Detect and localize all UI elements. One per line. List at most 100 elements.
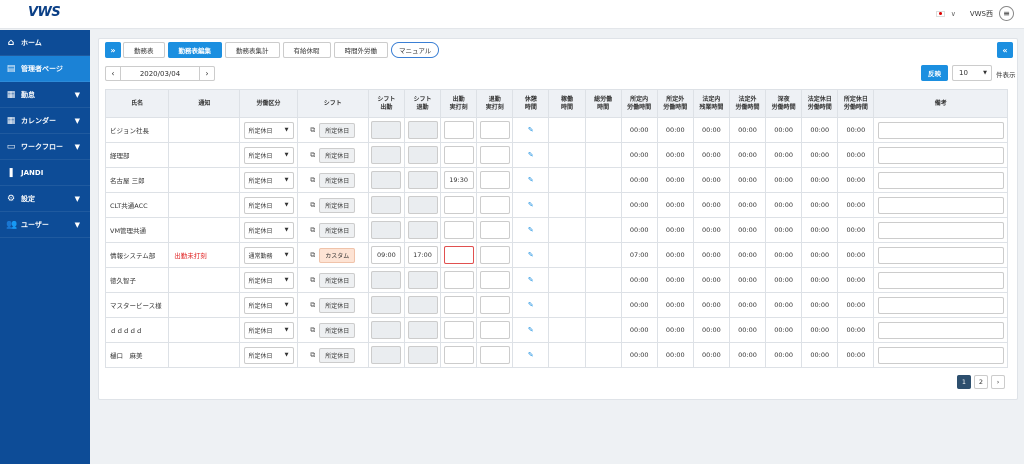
pencil-icon[interactable]: ✎	[528, 151, 534, 159]
shift-end-input[interactable]	[407, 121, 438, 139]
employee-name[interactable]: マスタービース様	[104, 292, 170, 318]
tab-0[interactable]: 勤務表	[123, 42, 165, 58]
expand-sidebar-button[interactable]: »	[105, 42, 121, 58]
shift-chip[interactable]: 所定休日	[319, 297, 356, 313]
per-page-select[interactable]: 10 ▼	[952, 65, 992, 81]
manual-button[interactable]: マニュアル	[391, 42, 440, 58]
remarks-input[interactable]	[877, 196, 1004, 214]
sidebar-item-6[interactable]: ⚙ 設定 ▼	[0, 186, 90, 212]
next-date-button[interactable]: ›	[200, 67, 214, 80]
work-category-select[interactable]: 所定休日 ▼	[243, 146, 294, 164]
employee-name[interactable]: ｄｄｄｄｄ	[104, 317, 170, 343]
actual-out-input[interactable]	[479, 221, 510, 239]
actual-out-input[interactable]	[479, 296, 510, 314]
shift-start-input[interactable]	[371, 296, 402, 314]
actual-out-input[interactable]	[479, 321, 510, 339]
shift-chip[interactable]: 所定休日	[319, 222, 356, 238]
remarks-input[interactable]	[877, 271, 1004, 289]
sidebar-item-0[interactable]: ⌂ ホーム	[0, 30, 90, 56]
work-category-select[interactable]: 所定休日 ▼	[243, 321, 294, 339]
remarks-input[interactable]	[877, 146, 1004, 164]
actual-out-input[interactable]	[479, 171, 510, 189]
tab-4[interactable]: 時間外労働	[333, 42, 388, 58]
date-display[interactable]: 2020/03/04	[120, 67, 200, 80]
remarks-input[interactable]	[877, 171, 1004, 189]
actual-out-input[interactable]	[479, 121, 510, 139]
employee-name[interactable]: 樋口 麻美	[104, 342, 170, 368]
shift-start-input[interactable]: 09:00	[371, 246, 402, 264]
shift-end-input[interactable]	[407, 196, 438, 214]
copy-icon[interactable]: ⧉	[310, 326, 315, 335]
remarks-input[interactable]	[877, 246, 1004, 264]
shift-chip[interactable]: 所定休日	[319, 197, 356, 213]
page-1-button[interactable]: 1	[957, 375, 971, 389]
sidebar-item-1[interactable]: ▤ 管理者ページ	[0, 56, 90, 82]
employee-name[interactable]: CLT共通ACC	[104, 192, 170, 218]
copy-icon[interactable]: ⧉	[310, 226, 315, 235]
copy-icon[interactable]: ⧉	[310, 301, 315, 310]
shift-start-input[interactable]	[371, 321, 402, 339]
shift-start-input[interactable]	[371, 121, 402, 139]
shift-start-input[interactable]	[371, 346, 402, 364]
copy-icon[interactable]: ⧉	[310, 176, 315, 185]
remarks-input[interactable]	[877, 296, 1004, 314]
employee-name[interactable]: ビジョン社長	[104, 117, 170, 143]
shift-chip[interactable]: 所定休日	[319, 347, 356, 363]
actual-out-input[interactable]	[479, 146, 510, 164]
copy-icon[interactable]: ⧉	[310, 126, 315, 135]
shift-end-input[interactable]	[407, 171, 438, 189]
pencil-icon[interactable]: ✎	[528, 326, 534, 334]
remarks-input[interactable]	[877, 221, 1004, 239]
shift-chip[interactable]: 所定休日	[319, 122, 356, 138]
pencil-icon[interactable]: ✎	[528, 226, 534, 234]
employee-name[interactable]: 情報システム部	[104, 242, 170, 268]
shift-end-input[interactable]	[407, 221, 438, 239]
sidebar-item-4[interactable]: ▭ ワークフロー ▼	[0, 134, 90, 160]
actual-in-input[interactable]	[443, 246, 474, 264]
shift-chip[interactable]: 所定休日	[319, 322, 356, 338]
copy-icon[interactable]: ⧉	[310, 351, 315, 360]
pencil-icon[interactable]: ✎	[528, 351, 534, 359]
copy-icon[interactable]: ⧉	[310, 151, 315, 160]
employee-name[interactable]: 経理部	[104, 142, 170, 168]
shift-end-input[interactable]	[407, 346, 438, 364]
work-category-select[interactable]: 所定休日 ▼	[243, 346, 294, 364]
collapse-panel-button[interactable]: «	[997, 42, 1013, 58]
prev-date-button[interactable]: ‹	[106, 67, 120, 80]
work-category-select[interactable]: 所定休日 ▼	[243, 221, 294, 239]
work-category-select[interactable]: 所定休日 ▼	[243, 196, 294, 214]
sidebar-item-2[interactable]: ▦ 勤怠 ▼	[0, 82, 90, 108]
shift-end-input[interactable]: 17:00	[407, 246, 438, 264]
sidebar-item-5[interactable]: ❚ JANDI	[0, 160, 90, 186]
actual-in-input[interactable]	[443, 196, 474, 214]
language-chevron-icon[interactable]: ∨	[951, 10, 956, 18]
actual-in-input[interactable]	[443, 221, 474, 239]
work-category-select[interactable]: 所定休日 ▼	[243, 121, 294, 139]
shift-end-input[interactable]	[407, 271, 438, 289]
actual-in-input[interactable]	[443, 271, 474, 289]
actual-in-input[interactable]	[443, 296, 474, 314]
actual-out-input[interactable]	[479, 271, 510, 289]
shift-end-input[interactable]	[407, 296, 438, 314]
remarks-input[interactable]	[877, 346, 1004, 364]
pencil-icon[interactable]: ✎	[528, 251, 534, 259]
actual-in-input[interactable]	[443, 321, 474, 339]
actual-out-input[interactable]	[479, 246, 510, 264]
work-category-select[interactable]: 所定休日 ▼	[243, 271, 294, 289]
reflect-button[interactable]: 反映	[921, 65, 948, 81]
page-2-button[interactable]: 2	[974, 375, 988, 389]
actual-out-input[interactable]	[479, 346, 510, 364]
pencil-icon[interactable]: ✎	[528, 201, 534, 209]
tab-3[interactable]: 有給休暇	[282, 42, 331, 58]
hamburger-menu-icon[interactable]: ≡	[999, 6, 1014, 21]
copy-icon[interactable]: ⧉	[310, 276, 315, 285]
pencil-icon[interactable]: ✎	[528, 126, 534, 134]
shift-start-input[interactable]	[371, 271, 402, 289]
shift-end-input[interactable]	[407, 321, 438, 339]
remarks-input[interactable]	[877, 121, 1004, 139]
shift-start-input[interactable]	[371, 196, 402, 214]
sidebar-item-3[interactable]: ▦ カレンダー ▼	[0, 108, 90, 134]
actual-in-input[interactable]	[443, 146, 474, 164]
shift-chip[interactable]: 所定休日	[319, 147, 356, 163]
pencil-icon[interactable]: ✎	[528, 301, 534, 309]
